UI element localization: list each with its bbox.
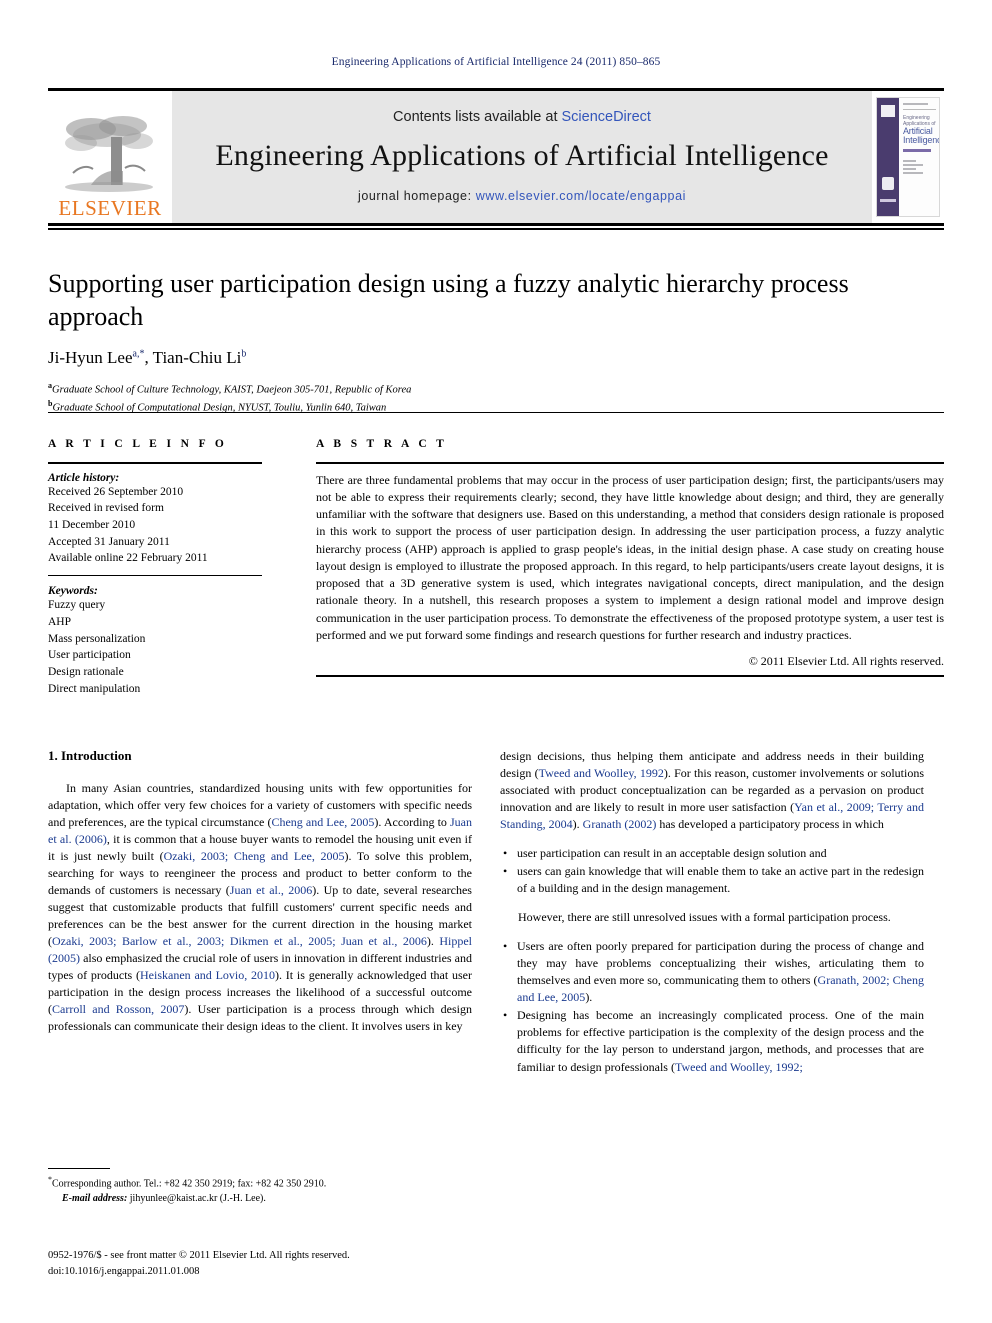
cover-seal-caption	[880, 199, 896, 202]
footnote-rule	[48, 1168, 110, 1169]
text-run: ).	[426, 934, 440, 949]
article-history-item: Available online 22 February 2011	[48, 552, 208, 565]
footnote-block: *Corresponding author. Tel.: +82 42 350 …	[48, 1168, 472, 1206]
intro-paragraph-left: In many Asian countries, standardized ho…	[48, 780, 472, 1035]
cover-elsevier-icon	[881, 105, 895, 117]
footer-block: 0952-1976/$ - see front matter © 2011 El…	[48, 1248, 488, 1280]
article-history-item: 11 December 2010	[48, 518, 136, 531]
email-label: E-mail address:	[62, 1192, 128, 1204]
sciencedirect-link[interactable]: ScienceDirect	[562, 109, 651, 125]
homepage-prefix: journal homepage:	[357, 189, 476, 203]
body-columns: 1. Introduction In many Asian countries,…	[48, 748, 944, 1168]
cover-left-panel	[877, 98, 899, 216]
contents-prefix: Contents lists available at	[393, 109, 562, 125]
email-note: E-mail address: jihyunlee@kaist.ac.kr (J…	[48, 1192, 472, 1206]
list-item: user participation can result in an acce…	[503, 845, 924, 862]
citation-link[interactable]: Ozaki, 2003; Barlow et al., 2003; Dikmen…	[52, 934, 427, 948]
keyword-item: AHP	[48, 616, 72, 629]
abstract-copyright: © 2011 Elsevier Ltd. All rights reserved…	[748, 654, 944, 669]
cover-seal-icon	[882, 177, 894, 190]
column-left: 1. Introduction In many Asian countries,…	[48, 748, 472, 1047]
abstract-heading: A B S T R A C T	[316, 438, 448, 450]
article-info-heading-rule	[48, 462, 262, 464]
corresponding-author-note: *Corresponding author. Tel.: +82 42 350 …	[48, 1174, 472, 1192]
journal-cover-container: Engineering Applications of Artificial I…	[872, 91, 944, 223]
citation-link[interactable]: Granath (2002)	[583, 817, 657, 831]
abstract-block: A B S T R A C T There are three fundamen…	[316, 438, 944, 677]
article-info-divider	[48, 574, 262, 577]
journal-cover-thumbnail: Engineering Applications of Artificial I…	[876, 97, 940, 217]
running-head: Engineering Applications of Artificial I…	[331, 56, 661, 68]
cover-right-panel: Engineering Applications of Artificial I…	[899, 98, 939, 216]
text-run: ). According to	[374, 815, 450, 830]
citation-link[interactable]: Carroll and Rosson, 2007	[52, 1002, 184, 1016]
keyword-item: Fuzzy query	[48, 599, 106, 612]
citation-link[interactable]: Heiskanen and Lovio, 2010	[140, 968, 275, 982]
title-block: Supporting user participation design usi…	[48, 268, 928, 416]
masthead-bottom-rule	[48, 228, 944, 230]
text-run: ).	[572, 817, 583, 832]
article-info-block: A R T I C L E I N F O Article history: R…	[48, 438, 296, 697]
elsevier-wordmark: ELSEVIER	[58, 196, 162, 220]
participatory-process-bullets: user participation can result in an acce…	[500, 845, 924, 897]
journal-homepage-line: journal homepage: www.elsevier.com/locat…	[358, 189, 686, 203]
elsevier-tree-icon	[61, 113, 159, 197]
abstract-bottom-rule	[316, 675, 944, 677]
author-name-2: Tian-Chiu Li	[152, 347, 242, 367]
text-run: has developed a participatory process in…	[656, 817, 884, 832]
intro-paragraph-right: design decisions, thus helping them anti…	[500, 748, 924, 833]
text-run: Corresponding author. Tel.: +82 42 350 2…	[52, 1178, 327, 1190]
journal-homepage-link[interactable]: www.elsevier.com/locate/engappai	[476, 189, 686, 203]
keyword-item: Design rationale	[48, 666, 124, 679]
article-history-label: Article history:	[48, 471, 120, 484]
doi-line: doi:10.1016/j.engappai.2011.01.008	[48, 1265, 200, 1277]
keyword-item: User participation	[48, 649, 131, 662]
issn-copyright-line: 0952-1976/$ - see front matter © 2011 El…	[48, 1250, 350, 1261]
journal-masthead: ELSEVIER Contents lists available at Sci…	[48, 88, 944, 226]
paper-title: Supporting user participation design usi…	[48, 269, 849, 331]
cover-line3: Intelligence	[903, 135, 939, 146]
citation-link[interactable]: Ozaki, 2003; Cheng and Lee, 2005	[164, 849, 345, 863]
column-right: design decisions, thus helping them anti…	[500, 748, 924, 1088]
abstract-heading-rule	[316, 462, 944, 464]
list-item: users can gain knowledge that will enabl…	[503, 863, 924, 897]
author-affil-marker-1: a,*	[132, 347, 145, 359]
article-history-item: Received 26 September 2010	[48, 485, 184, 498]
elsevier-logo: ELSEVIER	[48, 91, 172, 223]
section-title-introduction: 1. Introduction	[48, 748, 132, 763]
masthead-center-band: Contents lists available at ScienceDirec…	[172, 91, 872, 223]
paper-page: Engineering Applications of Artificial I…	[0, 0, 992, 1323]
text-run: ).	[585, 990, 593, 1005]
affiliation-1: aGraduate School of Culture Technology, …	[48, 380, 928, 398]
affiliation-2: bGraduate School of Computational Design…	[48, 398, 928, 416]
affiliation-text-1: Graduate School of Culture Technology, K…	[52, 384, 412, 395]
article-history-item: Accepted 31 January 2011	[48, 535, 170, 548]
info-top-rule	[48, 412, 944, 413]
citation-link[interactable]: Tweed and Woolley, 1992	[539, 766, 664, 780]
keyword-item: Direct manipulation	[48, 682, 141, 695]
unresolved-issues-paragraph: However, there are still unresolved issu…	[518, 910, 891, 925]
list-item: Designing has become an increasingly com…	[503, 1007, 924, 1075]
author-separator: ,	[144, 347, 153, 367]
keywords-label: Keywords:	[48, 585, 98, 598]
contents-available-line: Contents lists available at ScienceDirec…	[393, 109, 651, 125]
email-address[interactable]: jihyunlee@kaist.ac.kr (J.-H. Lee).	[127, 1193, 266, 1204]
journal-title: Engineering Applications of Artificial I…	[215, 139, 829, 172]
list-item: Users are often poorly prepared for part…	[503, 938, 924, 1006]
author-name-1: Ji-Hyun Lee	[48, 347, 133, 367]
article-info-heading: A R T I C L E I N F O	[48, 438, 228, 450]
citation-link[interactable]: Cheng and Lee, 2005	[271, 815, 374, 829]
citation-link[interactable]: Tweed and Woolley, 1992;	[675, 1060, 803, 1074]
citation-link[interactable]: Juan et al., 2006	[230, 883, 312, 897]
unresolved-issues-bullets: Users are often poorly prepared for part…	[500, 938, 924, 1075]
keyword-item: Mass personalization	[48, 632, 146, 645]
abstract-text: There are three fundamental problems tha…	[316, 472, 944, 642]
author-list: Ji-Hyun Leea,*, Tian-Chiu Lib	[48, 348, 928, 368]
article-history-item: Received in revised form	[48, 502, 164, 515]
author-affil-marker-2: b	[241, 347, 247, 359]
